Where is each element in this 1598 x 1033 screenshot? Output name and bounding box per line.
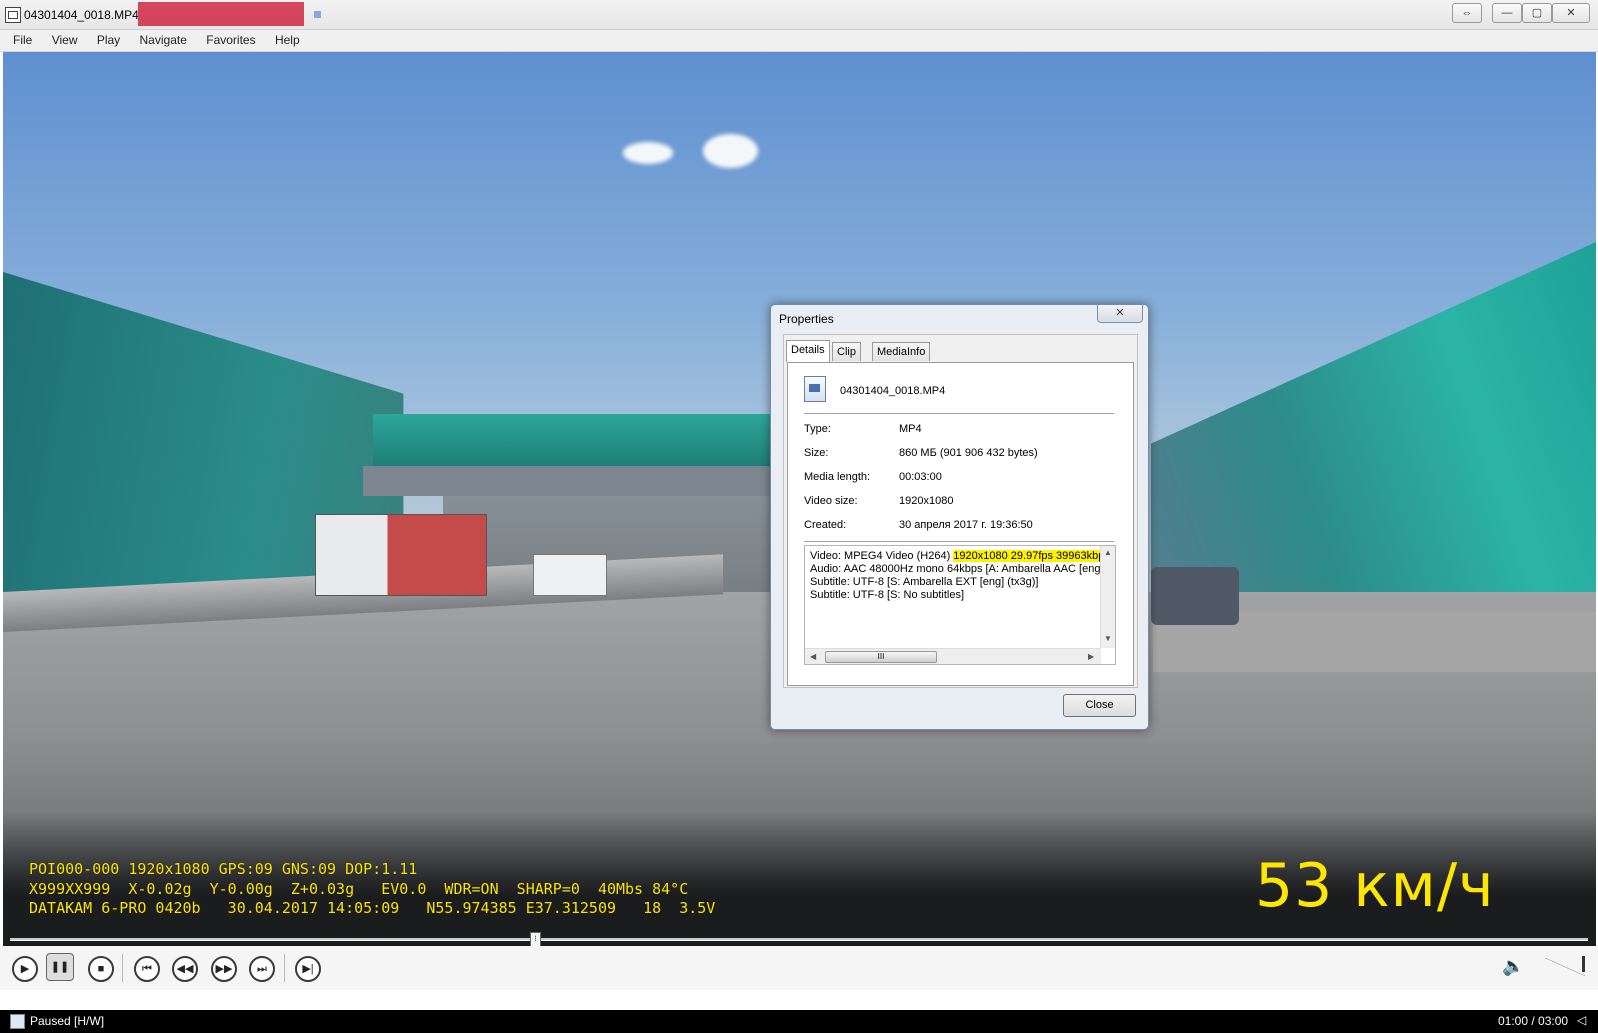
close-button[interactable]: Close — [1063, 694, 1136, 717]
volume-icon[interactable]: 🔈 — [1502, 956, 1524, 977]
tab-clip[interactable]: Clip — [832, 342, 861, 361]
scroll-up-icon[interactable]: ▲ — [1104, 548, 1112, 557]
dialog-title: Properties — [779, 312, 834, 326]
scroll-right-icon[interactable]: ▶ — [1088, 652, 1094, 661]
status-icon — [10, 1014, 25, 1029]
scroll-thumb[interactable]: III — [825, 651, 937, 663]
menu-navigate[interactable]: Navigate — [137, 30, 190, 50]
scroll-down-icon[interactable]: ▼ — [1104, 634, 1112, 643]
separator — [284, 954, 285, 982]
info-audio-line: Audio: AAC 48000Hz mono 64kbps [A: Ambar… — [810, 563, 1111, 575]
prop-value: 00:03:00 — [899, 471, 942, 483]
menu-help[interactable]: Help — [272, 30, 303, 50]
media-info-box[interactable]: Video: MPEG4 Video (H264) 1920x1080 29.9… — [804, 545, 1116, 665]
prop-label: Created: — [804, 519, 847, 531]
horizontal-scrollbar[interactable]: ◀ III ▶ — [805, 648, 1101, 664]
fast-forward-button[interactable]: ▶▶ — [211, 956, 237, 982]
file-name: 04301404_0018.MP4 — [840, 385, 946, 397]
seek-bar[interactable] — [10, 938, 1588, 941]
info-video-prefix: Video: MPEG4 Video (H264) — [810, 550, 954, 562]
truck — [315, 514, 487, 596]
details-panel: 04301404_0018.MP4 Type: MP4 Size: 860 МБ… — [787, 362, 1134, 686]
menu-favorites[interactable]: Favorites — [203, 30, 258, 50]
prop-value: MP4 — [899, 423, 922, 435]
dialog-close-icon[interactable]: ✕ — [1097, 305, 1143, 323]
info-video-line: Video: MPEG4 Video (H264) 1920x1080 29.9… — [810, 550, 1110, 563]
maximize-button[interactable]: ▢ — [1522, 3, 1552, 23]
time-display: 01:00 / 03:00 — [1498, 1014, 1569, 1028]
stop-button[interactable]: ■ — [88, 956, 114, 982]
parked-car — [1151, 567, 1239, 625]
play-button[interactable]: ▶ — [12, 956, 38, 982]
scroll-left-icon[interactable]: ◀ — [810, 652, 816, 661]
tab-details[interactable]: Details — [786, 340, 830, 362]
close-window-button[interactable]: ✕ — [1552, 3, 1590, 23]
switch-mode-button[interactable]: ⇔ — [1452, 3, 1482, 23]
info-subtitle-1: Subtitle: UTF-8 [S: Ambarella EXT [eng] … — [810, 576, 1039, 588]
dialog-body: Details Clip MediaInfo 04301404_0018.MP4… — [783, 334, 1138, 688]
info-subtitle-2: Subtitle: UTF-8 [S: No subtitles] — [810, 589, 965, 601]
overlay-line-3: DATAKAM 6-PRO 0420b 30.04.2017 14:05:09 … — [29, 899, 716, 917]
status-bar: Paused [H/W] 01:00 / 03:00 ◁ — [0, 1010, 1598, 1033]
prop-label: Type: — [804, 423, 831, 435]
seek-thumb[interactable]: ⁝ — [529, 932, 541, 947]
cloud — [703, 134, 758, 168]
menu-file[interactable]: File — [10, 30, 35, 50]
speaker-icon[interactable]: ◁ — [1577, 1013, 1586, 1027]
overlay-line-1: POI000-000 1920x1080 GPS:09 GNS:09 DOP:1… — [29, 860, 418, 878]
prop-value: 1920x1080 — [899, 495, 954, 507]
rewind-button[interactable]: ◀◀ — [172, 956, 198, 982]
app-icon — [5, 7, 21, 23]
menu-bar: File View Play Navigate Favorites Help — [0, 30, 1598, 52]
separator — [122, 954, 123, 982]
frame-step-button[interactable]: ▶| — [295, 956, 321, 982]
title-color-bar — [138, 2, 304, 26]
title-decoration — [314, 11, 321, 18]
tab-mediainfo[interactable]: MediaInfo — [872, 342, 931, 361]
info-video-highlight: 1920x1080 29.97fps 39963kbps — [953, 550, 1110, 562]
menu-play[interactable]: Play — [94, 30, 123, 50]
menu-view[interactable]: View — [49, 30, 81, 50]
volume-thumb[interactable] — [1582, 956, 1585, 972]
dashcam-overlay: POI000-000 1920x1080 GPS:09 GNS:09 DOP:1… — [29, 860, 715, 919]
playback-controls: ▶ ❚❚ ■ ⏮ ◀◀ ▶▶ ⏭ ▶| 🔈 — [0, 946, 1598, 990]
overlay-line-2: X999XX999 X-0.02g Y-0.00g Z+0.03g EV0.0 … — [29, 879, 689, 898]
properties-dialog: Properties ✕ Details Clip MediaInfo 0430… — [770, 304, 1149, 730]
prop-label: Video size: — [804, 495, 858, 507]
playback-status: Paused [H/W] — [30, 1014, 105, 1028]
divider — [804, 541, 1114, 542]
prop-value: 860 МБ (901 906 432 bytes) — [899, 447, 1038, 459]
divider — [804, 413, 1114, 414]
prop-label: Size: — [804, 447, 829, 459]
title-bar: 04301404_0018.MP4 ⇔ — ▢ ✕ — [0, 0, 1598, 30]
next-button[interactable]: ⏭ — [249, 956, 275, 982]
pedestrian-bridge-base — [363, 466, 803, 496]
prop-value: 30 апреля 2017 г. 19:36:50 — [899, 519, 1033, 531]
previous-button[interactable]: ⏮ — [134, 956, 160, 982]
volume-slider[interactable] — [1545, 958, 1585, 976]
cloud — [623, 142, 673, 164]
pause-button[interactable]: ❚❚ — [46, 953, 74, 981]
minimize-button[interactable]: — — [1492, 3, 1522, 23]
pedestrian-bridge — [373, 414, 803, 466]
speed-readout: 53 км/ч — [1255, 851, 1495, 921]
vertical-scrollbar[interactable]: ▲ ▼ — [1100, 546, 1115, 648]
prop-label: Media length: — [804, 471, 871, 483]
bus — [533, 554, 607, 596]
window-title: 04301404_0018.MP4 — [24, 8, 139, 22]
video-file-icon — [804, 376, 826, 402]
